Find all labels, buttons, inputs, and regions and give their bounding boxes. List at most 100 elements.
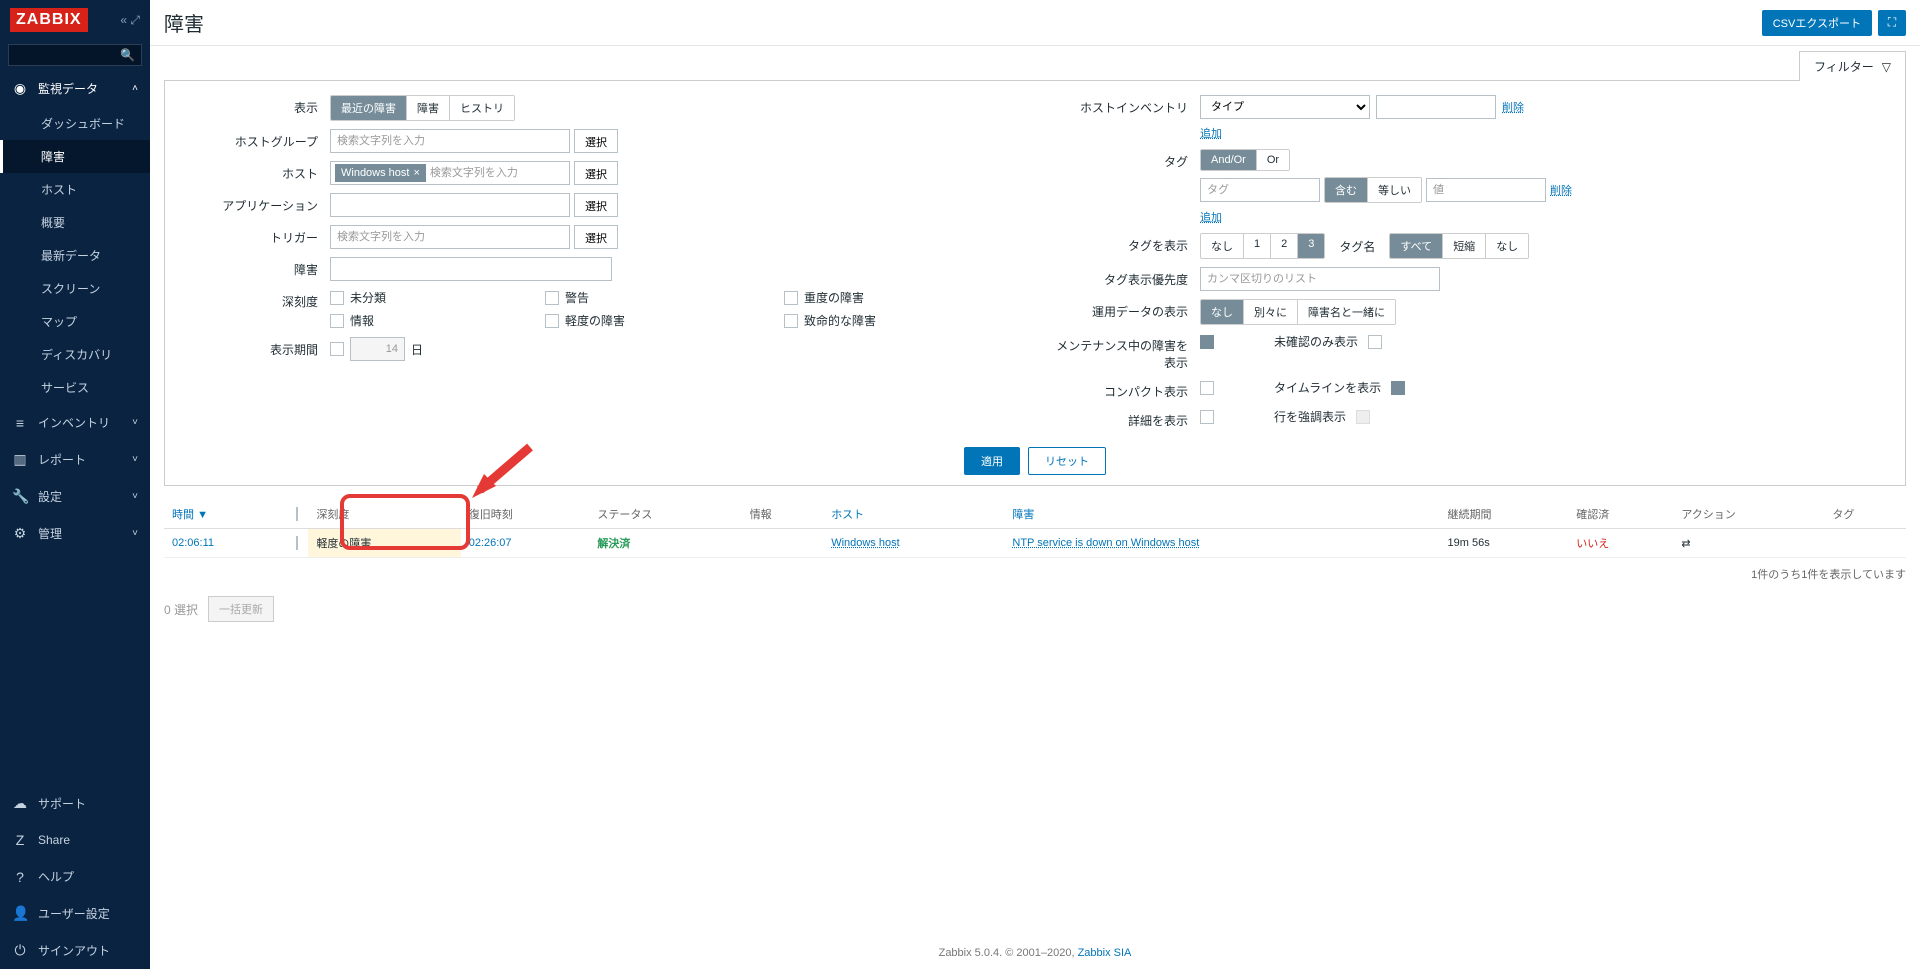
severity-checkbox[interactable] [784,291,798,305]
opdata-radio-opt-1[interactable]: 別々に [1244,300,1298,324]
host-text[interactable] [428,164,565,182]
sidebar-item-ダッシュボード[interactable]: ダッシュボード [0,107,150,140]
cell-recovery[interactable]: 02:26:07 [469,537,512,549]
host-tag[interactable]: Windows host× [335,164,426,182]
compact-checkbox[interactable] [1200,381,1214,395]
sidebar-search[interactable]: 🔍 [8,44,142,66]
severity-checkbox[interactable] [545,314,559,328]
unack-checkbox[interactable] [1368,335,1382,349]
tag-name-input[interactable] [1200,178,1320,202]
display-radio[interactable]: 最近の障害障害ヒストリ [330,95,515,121]
label-severity: 深刻度 [185,289,330,310]
th-checkbox[interactable] [296,507,298,521]
trigger-input[interactable] [330,225,570,249]
opdata-radio-opt-2[interactable]: 障害名と一緒に [1298,300,1395,324]
reset-button[interactable]: リセット [1028,447,1106,475]
tag-cond-radio[interactable]: 含む等しい [1324,177,1422,203]
apply-button[interactable]: 適用 [964,447,1020,475]
display-radio-opt-2[interactable]: ヒストリ [450,96,514,120]
footer-item-ユーザー設定[interactable]: 👤ユーザー設定 [0,895,150,932]
tagname-radio-opt-0[interactable]: すべて [1390,234,1443,258]
search-icon[interactable]: 🔍 [114,45,141,65]
problem-input[interactable] [330,257,612,281]
tag-delete-link[interactable]: 削除 [1550,182,1572,198]
severity-checkbox[interactable] [330,314,344,328]
severity-checkbox[interactable] [545,291,559,305]
nav-section-監視データ[interactable]: ◉監視データ˄ [0,70,150,107]
severity-checkbox[interactable] [784,314,798,328]
tagprio-input[interactable] [1200,267,1440,291]
application-select-button[interactable]: 選択 [574,193,618,217]
display-radio-opt-0[interactable]: 最近の障害 [331,96,407,120]
th-problem[interactable]: 障害 [1004,500,1439,529]
nav-section-インベントリ[interactable]: ≡インベントリ˅ [0,404,150,441]
tagname-radio[interactable]: すべて短縮なし [1389,233,1529,259]
nav-section-レポート[interactable]: ▥レポート˅ [0,441,150,478]
footer-item-サインアウト[interactable]: ⏻サインアウト [0,932,150,969]
footer-link[interactable]: Zabbix SIA [1078,947,1132,959]
tag-andor-opt-0[interactable]: And/Or [1201,150,1257,170]
sidebar-item-ホスト[interactable]: ホスト [0,173,150,206]
cell-actions[interactable]: ⇄ [1673,529,1824,558]
showtags-radio-opt-0[interactable]: なし [1201,234,1244,258]
host-select-button[interactable]: 選択 [574,161,618,185]
timeline-checkbox[interactable] [1391,381,1405,395]
tag-cond-opt-1[interactable]: 等しい [1368,178,1421,202]
hostgroup-select-button[interactable]: 選択 [574,129,618,153]
tagname-radio-opt-2[interactable]: なし [1486,234,1528,258]
sidebar-item-スクリーン[interactable]: スクリーン [0,272,150,305]
th-host[interactable]: ホスト [823,500,1004,529]
fullscreen-button[interactable]: ⛶ [1878,10,1906,36]
sidebar-collapse-icons[interactable]: « ⤢ [120,13,140,28]
inventory-delete-link[interactable]: 削除 [1502,99,1524,115]
footer-item-ヘルプ[interactable]: ?ヘルプ [0,858,150,895]
footer-item-サポート[interactable]: ☁サポート [0,785,150,822]
sidebar-item-最新データ[interactable]: 最新データ [0,239,150,272]
sidebar-item-ディスカバリ[interactable]: ディスカバリ [0,338,150,371]
severity-checkbox[interactable] [330,291,344,305]
application-input[interactable] [330,193,570,217]
cell-problem[interactable]: NTP service is down on Windows host [1012,537,1199,549]
tagname-radio-opt-1[interactable]: 短縮 [1443,234,1486,258]
inventory-type-select[interactable]: タイプ [1200,95,1370,119]
maint-checkbox[interactable] [1200,335,1214,349]
sidebar-search-input[interactable] [9,45,114,65]
age-days-input[interactable] [350,337,405,361]
nav-section-管理[interactable]: ⚙管理˅ [0,515,150,552]
sidebar-item-マップ[interactable]: マップ [0,305,150,338]
sidebar-item-障害[interactable]: 障害 [0,140,150,173]
trigger-select-button[interactable]: 選択 [574,225,618,249]
hostgroup-text[interactable] [335,132,565,150]
opdata-radio-opt-0[interactable]: なし [1201,300,1244,324]
age-checkbox[interactable] [330,342,344,356]
tag-andor-opt-1[interactable]: Or [1257,150,1289,170]
cell-host[interactable]: Windows host [831,537,899,549]
filter-tab[interactable]: フィルター ▽ [1799,51,1906,81]
th-time[interactable]: 時間 ▼ [164,500,288,529]
showtags-radio-opt-2[interactable]: 2 [1271,234,1298,258]
footer-item-Share[interactable]: ZShare [0,822,150,858]
cell-time[interactable]: 02:06:11 [172,537,214,549]
showtags-radio-opt-3[interactable]: 3 [1298,234,1324,258]
inventory-value-input[interactable] [1376,95,1496,119]
tag-andor-radio[interactable]: And/OrOr [1200,149,1290,171]
opdata-radio[interactable]: なし別々に障害名と一緒に [1200,299,1396,325]
nav-section-設定[interactable]: 🔧設定˅ [0,478,150,515]
inventory-add-link[interactable]: 追加 [1200,128,1222,140]
tag-value-input[interactable] [1426,178,1546,202]
cell-ack[interactable]: いいえ [1576,538,1609,550]
sidebar-item-概要[interactable]: 概要 [0,206,150,239]
sidebar-item-サービス[interactable]: サービス [0,371,150,404]
showtags-radio-opt-1[interactable]: 1 [1244,234,1271,258]
row-checkbox[interactable] [296,536,298,550]
details-checkbox[interactable] [1200,410,1214,424]
tag-cond-opt-0[interactable]: 含む [1325,178,1368,202]
tag-add-link[interactable]: 追加 [1200,212,1222,224]
showtags-radio[interactable]: なし123 [1200,233,1325,259]
host-input[interactable]: Windows host× [330,161,570,185]
display-radio-opt-1[interactable]: 障害 [407,96,450,120]
csv-export-button[interactable]: CSVエクスポート [1762,10,1872,36]
trigger-text[interactable] [335,228,565,246]
hostgroup-input[interactable] [330,129,570,153]
host-tag-remove[interactable]: × [413,167,419,179]
